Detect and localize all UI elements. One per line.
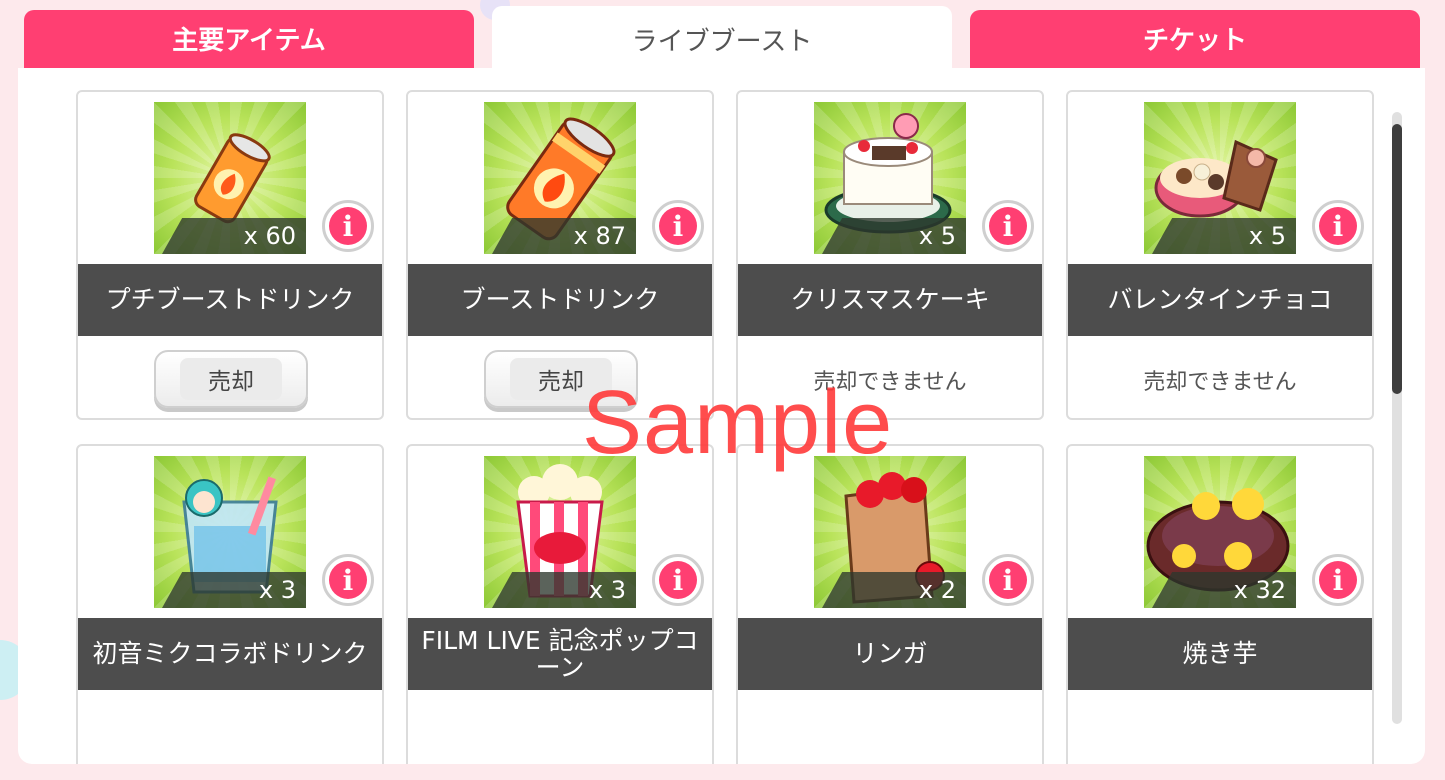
item-name: バレンタインチョコ (1068, 264, 1372, 336)
info-icon: i (329, 207, 367, 245)
item-name: FILM LIVE 記念ポップコーン (408, 618, 712, 690)
sample-watermark: Sample (582, 373, 894, 473)
info-icon: i (659, 561, 697, 599)
item-thumbnail[interactable]: x 3 (154, 456, 306, 608)
sell-button-label: 売却 (180, 358, 282, 400)
item-card: x 3 i 初音ミクコラボドリンク (76, 444, 384, 764)
item-thumbnail[interactable]: x 60 (154, 102, 306, 254)
item-card: x 3 i FILM LIVE 記念ポップコーン (406, 444, 714, 764)
info-button[interactable]: i (1312, 554, 1364, 606)
scrollbar[interactable] (1392, 112, 1402, 724)
item-thumbnail[interactable]: x 2 (814, 456, 966, 608)
item-name: ブーストドリンク (408, 264, 712, 336)
item-thumbnail[interactable]: x 32 (1144, 456, 1296, 608)
item-count: x 60 (162, 218, 306, 254)
tab-tickets[interactable]: チケット (970, 10, 1420, 70)
item-card: x 5 i バレンタインチョコ 売却できません (1066, 90, 1374, 420)
item-thumbnail[interactable]: x 87 (484, 102, 636, 254)
item-thumbnail[interactable]: x 5 (814, 102, 966, 254)
item-count: x 5 (1152, 218, 1296, 254)
item-card: x 2 i リンガ (736, 444, 1044, 764)
item-name: プチブーストドリンク (78, 264, 382, 336)
item-count: x 3 (162, 572, 306, 608)
item-count: x 2 (822, 572, 966, 608)
item-card: x 32 i 焼き芋 (1066, 444, 1374, 764)
item-thumbnail[interactable]: x 5 (1144, 102, 1296, 254)
item-count: x 5 (822, 218, 966, 254)
item-name: クリスマスケーキ (738, 264, 1042, 336)
item-card: x 87 i ブーストドリンク 売却 (406, 90, 714, 420)
info-button[interactable]: i (322, 554, 374, 606)
info-button[interactable]: i (322, 200, 374, 252)
info-icon: i (329, 561, 367, 599)
item-name: 初音ミクコラボドリンク (78, 618, 382, 690)
tab-live-boost[interactable]: ライブブースト (492, 6, 952, 76)
item-card: x 5 i クリスマスケーキ 売却できません (736, 90, 1044, 420)
tab-main-items[interactable]: 主要アイテム (24, 10, 474, 70)
info-button[interactable]: i (982, 200, 1034, 252)
item-name: 焼き芋 (1068, 618, 1372, 690)
info-button[interactable]: i (652, 200, 704, 252)
item-thumbnail[interactable]: x 3 (484, 456, 636, 608)
info-icon: i (989, 207, 1027, 245)
info-button[interactable]: i (652, 554, 704, 606)
info-icon: i (659, 207, 697, 245)
info-icon: i (1319, 561, 1357, 599)
info-icon: i (989, 561, 1027, 599)
info-button[interactable]: i (982, 554, 1034, 606)
info-icon: i (1319, 207, 1357, 245)
item-name: リンガ (738, 618, 1042, 690)
not-sellable-label: 売却できません (1143, 370, 1297, 395)
sell-button[interactable]: 売却 (154, 350, 308, 408)
item-count: x 3 (492, 572, 636, 608)
scrollbar-thumb[interactable] (1392, 124, 1402, 394)
info-button[interactable]: i (1312, 200, 1364, 252)
item-count: x 87 (492, 218, 636, 254)
item-card: x 60 i プチブーストドリンク 売却 (76, 90, 384, 420)
item-count: x 32 (1152, 572, 1296, 608)
